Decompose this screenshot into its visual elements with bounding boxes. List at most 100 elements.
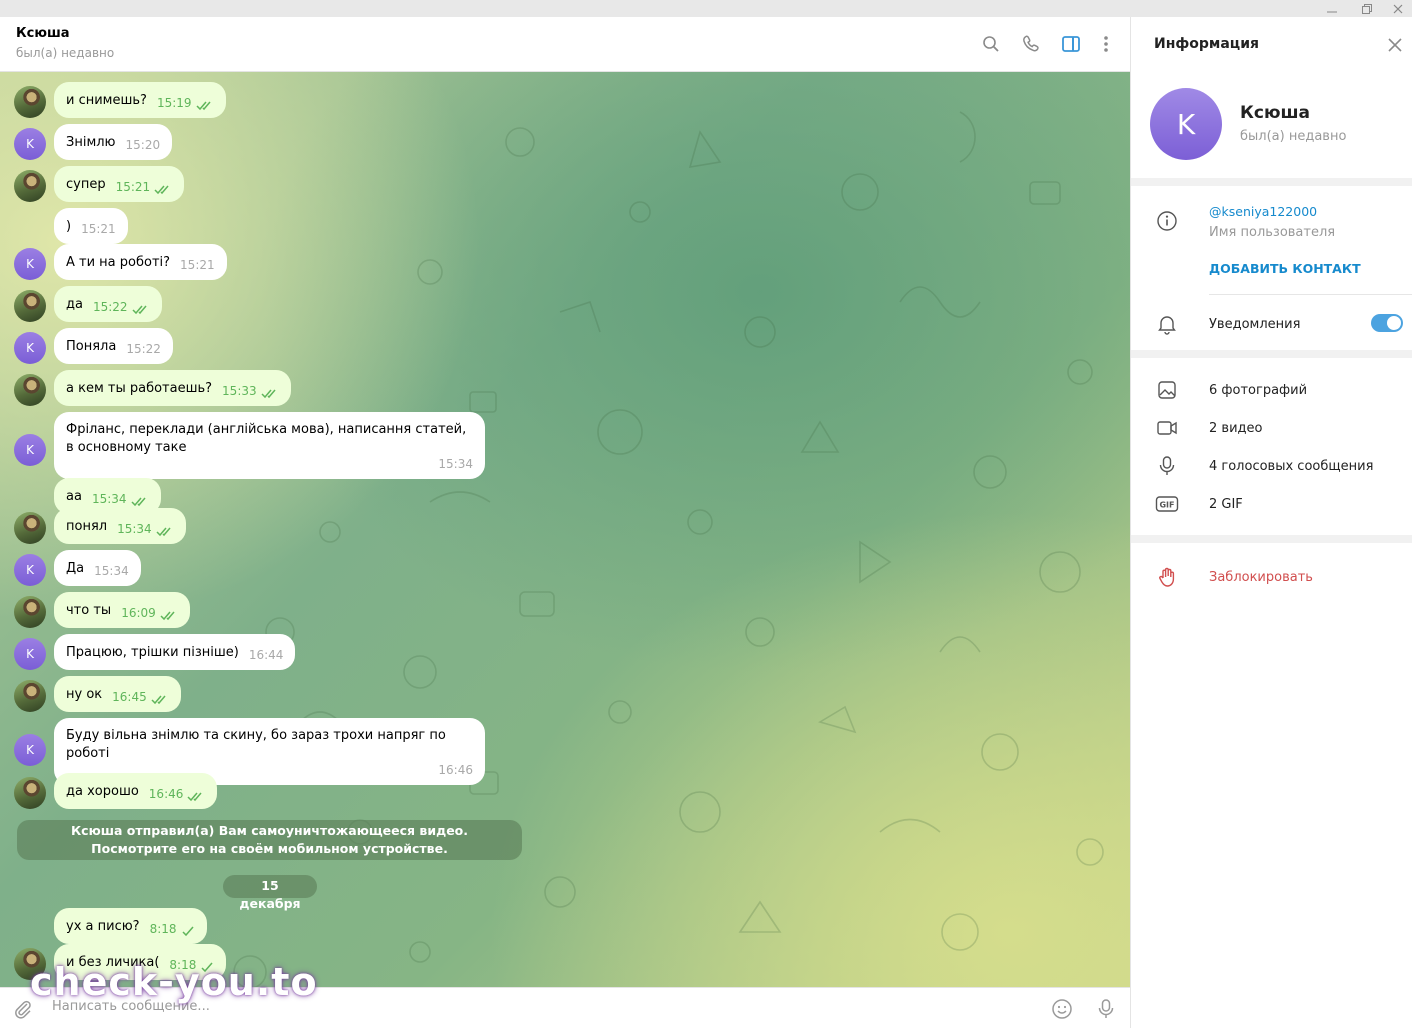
message-time: 15:34	[94, 562, 129, 580]
more-button[interactable]	[1093, 31, 1119, 57]
call-button[interactable]	[1019, 31, 1045, 57]
contact-avatar[interactable]: K	[14, 332, 46, 364]
outgoing-message-bubble[interactable]: да хорошо 16:46	[54, 773, 218, 809]
restore-button[interactable]	[1350, 0, 1384, 17]
message-time-text: 15:34	[117, 522, 152, 536]
message-text: ну ок	[66, 687, 103, 702]
divider-line	[1209, 294, 1412, 295]
message-time: 16:09	[121, 604, 178, 622]
message-time: 15:21	[81, 220, 116, 238]
message-text: супер	[66, 177, 106, 192]
incoming-message-bubble[interactable]: Працюю, трішки пізніше) 16:44	[54, 634, 296, 670]
media-videos[interactable]: 2 видео	[1209, 421, 1262, 436]
incoming-message-bubble[interactable]: Знімлю 15:20	[54, 124, 173, 160]
incoming-message-bubble[interactable]: ) 15:21	[54, 208, 128, 244]
message-time: 16:45	[112, 688, 169, 706]
message-text: Поняла	[66, 339, 117, 354]
check-icon	[181, 924, 195, 942]
username-link[interactable]: @kseniya122000	[1209, 204, 1317, 219]
my-avatar[interactable]	[14, 777, 46, 809]
message-list[interactable]: и снимешь? 15:19 K Знімлю 15:20 супер 15:21) 15…	[0, 72, 1130, 987]
message-time-text: 15:22	[92, 300, 128, 314]
section-divider	[1131, 535, 1412, 543]
outgoing-message-bubble[interactable]: и снимешь? 15:19	[54, 82, 226, 118]
message-time-text: 15:34	[91, 492, 127, 506]
outgoing-message-bubble[interactable]: супер 15:21	[54, 166, 185, 202]
message-time-text: 16:46	[148, 787, 184, 801]
message-time: 15:22	[126, 340, 161, 358]
close-window-button[interactable]	[1381, 0, 1412, 17]
incoming-message-bubble[interactable]: Фріланс, переклади (англійська мова), на…	[54, 412, 485, 479]
photo-icon	[1155, 378, 1179, 402]
my-avatar[interactable]	[14, 512, 46, 544]
my-avatar[interactable]	[14, 596, 46, 628]
outgoing-message-bubble[interactable]: да 15:22	[54, 286, 162, 322]
chat-title[interactable]: Ксюша	[16, 26, 70, 41]
my-avatar[interactable]	[14, 290, 46, 322]
outgoing-message-bubble[interactable]: ну ок 16:45	[54, 676, 181, 712]
microphone-icon	[1155, 454, 1179, 478]
my-avatar[interactable]	[14, 374, 46, 406]
outgoing-message-bubble[interactable]: что ты 16:09	[54, 592, 190, 628]
outgoing-message-bubble[interactable]: понял 15:34	[54, 508, 186, 544]
message-time: 15:34	[117, 520, 174, 538]
search-button[interactable]	[978, 31, 1004, 57]
message-time-text: 16:46	[438, 763, 473, 777]
info-title: Информация	[1154, 36, 1259, 52]
chat-status: был(а) недавно	[16, 46, 115, 60]
media-gifs[interactable]: 2 GIF	[1209, 497, 1243, 512]
my-avatar[interactable]	[14, 680, 46, 712]
outgoing-message-bubble[interactable]: ух а писю? 8:18	[54, 908, 207, 944]
my-avatar[interactable]	[14, 170, 46, 202]
profile-avatar[interactable]: K	[1150, 88, 1222, 160]
profile-status: был(а) недавно	[1240, 129, 1347, 144]
message-text: Фріланс, переклади (англійська мова), на…	[66, 422, 467, 455]
add-contact-button[interactable]: ДОБАВИТЬ КОНТАКТ	[1209, 261, 1361, 276]
contact-avatar[interactable]: K	[14, 638, 46, 670]
message-time-text: 15:21	[115, 180, 151, 194]
message-time-text: 15:22	[126, 342, 161, 356]
close-info-button[interactable]	[1383, 33, 1407, 57]
contact-avatar[interactable]: K	[14, 554, 46, 586]
message-time-text: 15:34	[438, 457, 473, 471]
chat-header[interactable]: Ксюша был(а) недавно	[0, 17, 1130, 72]
outgoing-message-bubble[interactable]: а кем ты работаешь? 15:33	[54, 370, 291, 406]
message-text: понял	[66, 519, 108, 534]
message-text: Да	[66, 561, 85, 576]
watermark: check-you.to	[30, 960, 318, 1004]
section-divider	[1131, 178, 1412, 186]
message-time: 16:46	[149, 785, 206, 803]
toggle-sidebar-button[interactable]	[1058, 31, 1084, 57]
double-check-icon	[261, 386, 279, 404]
contact-avatar[interactable]: K	[14, 434, 46, 466]
my-avatar[interactable]	[14, 86, 46, 118]
notifications-toggle[interactable]	[1371, 314, 1403, 332]
date-separator: 15 декабря	[223, 875, 317, 911]
message-time-text: 16:09	[121, 606, 156, 620]
incoming-message-bubble[interactable]: Поняла 15:22	[54, 328, 173, 364]
media-voice[interactable]: 4 голосовых сообщения	[1209, 459, 1373, 474]
message-time-text: 15:19	[156, 96, 192, 110]
media-photos[interactable]: 6 фотографий	[1209, 383, 1307, 398]
voice-record-button[interactable]	[1095, 998, 1117, 1020]
incoming-message-bubble[interactable]: А ти на роботі? 15:21	[54, 244, 227, 280]
message-text: Знімлю	[66, 135, 116, 150]
message-time: 15:19	[157, 94, 214, 112]
emoji-button[interactable]	[1051, 998, 1073, 1020]
message-time: 15:22	[93, 298, 150, 316]
block-user-button[interactable]: Заблокировать	[1209, 570, 1313, 585]
minimize-button[interactable]	[1315, 0, 1349, 17]
message-time: 15:34	[92, 490, 149, 508]
microphone-icon	[1098, 999, 1114, 1018]
phone-icon	[1023, 35, 1039, 52]
contact-avatar[interactable]: K	[14, 248, 46, 280]
incoming-message-bubble[interactable]: Да 15:34	[54, 550, 141, 586]
contact-avatar[interactable]: K	[14, 128, 46, 160]
message-time-text: 15:20	[125, 138, 161, 152]
service-message: Ксюша отправил(а) Вам самоуничтожающееся…	[17, 820, 522, 860]
window-titlebar	[0, 0, 1412, 17]
message-text: что ты	[66, 603, 112, 618]
close-icon	[1388, 38, 1402, 52]
contact-avatar[interactable]: K	[14, 734, 46, 766]
message-time: 15:21	[180, 256, 215, 274]
